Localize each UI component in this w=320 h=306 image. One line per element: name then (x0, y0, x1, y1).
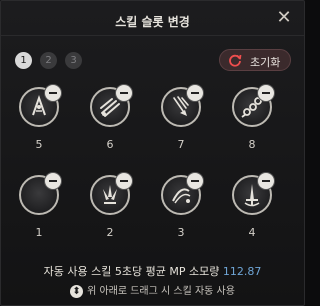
skill-slot-2[interactable] (90, 173, 134, 219)
page-3-button[interactable]: 3 (65, 52, 82, 69)
remove-skill-button[interactable] (45, 173, 61, 189)
refresh-icon (229, 54, 242, 67)
slot-number: 1 (35, 226, 43, 239)
skill-slot-3[interactable] (161, 173, 205, 219)
slot-number: 4 (248, 226, 256, 239)
reset-label: 초기화 (250, 56, 281, 69)
remove-skill-button[interactable] (116, 85, 132, 101)
slot-number: 8 (248, 138, 256, 151)
mp-consumption-text: 자동 사용 스킬 5초당 평균 MP 소모량 112.87 (1, 263, 304, 279)
page-2-button[interactable]: 2 (40, 52, 57, 69)
skill-slot-1[interactable] (19, 173, 63, 219)
mp-value: 112.87 (222, 265, 262, 278)
skill-slot-4[interactable] (232, 173, 276, 219)
remove-skill-button[interactable] (187, 85, 203, 101)
up-down-arrow-icon: ⬍ (70, 284, 84, 298)
slot-number: 2 (106, 226, 114, 239)
skill-slot-panel: 스킬 슬롯 변경 ✕ 1 2 3 초기화 5 6 7 8 1 2 3 4 자동 … (0, 0, 305, 306)
mp-label: 자동 사용 스킬 5초당 평균 MP 소모량 (43, 265, 220, 278)
page-1-button[interactable]: 1 (15, 52, 32, 69)
divider (1, 35, 304, 36)
reset-button[interactable]: 초기화 (219, 49, 291, 71)
slot-number: 3 (177, 226, 185, 239)
hint-text: 위 아래로 드래그 시 스킬 자동 사용 (87, 286, 235, 297)
remove-skill-button[interactable] (187, 173, 203, 189)
remove-skill-button[interactable] (116, 173, 132, 189)
slot-number: 5 (35, 138, 43, 151)
skill-slot-5[interactable] (19, 85, 63, 131)
panel-title: 스킬 슬롯 변경 (115, 15, 190, 29)
remove-skill-button[interactable] (258, 173, 274, 189)
remove-skill-button[interactable] (258, 85, 274, 101)
skill-slot-7[interactable] (161, 85, 205, 131)
remove-skill-button[interactable] (45, 85, 61, 101)
skill-slot-8[interactable] (232, 85, 276, 131)
skill-slot-6[interactable] (90, 85, 134, 131)
close-icon[interactable]: ✕ (274, 8, 294, 28)
slot-number: 7 (177, 138, 185, 151)
drag-hint: ⬍ 위 아래로 드래그 시 스킬 자동 사용 (1, 282, 304, 298)
slot-number: 6 (106, 138, 114, 151)
